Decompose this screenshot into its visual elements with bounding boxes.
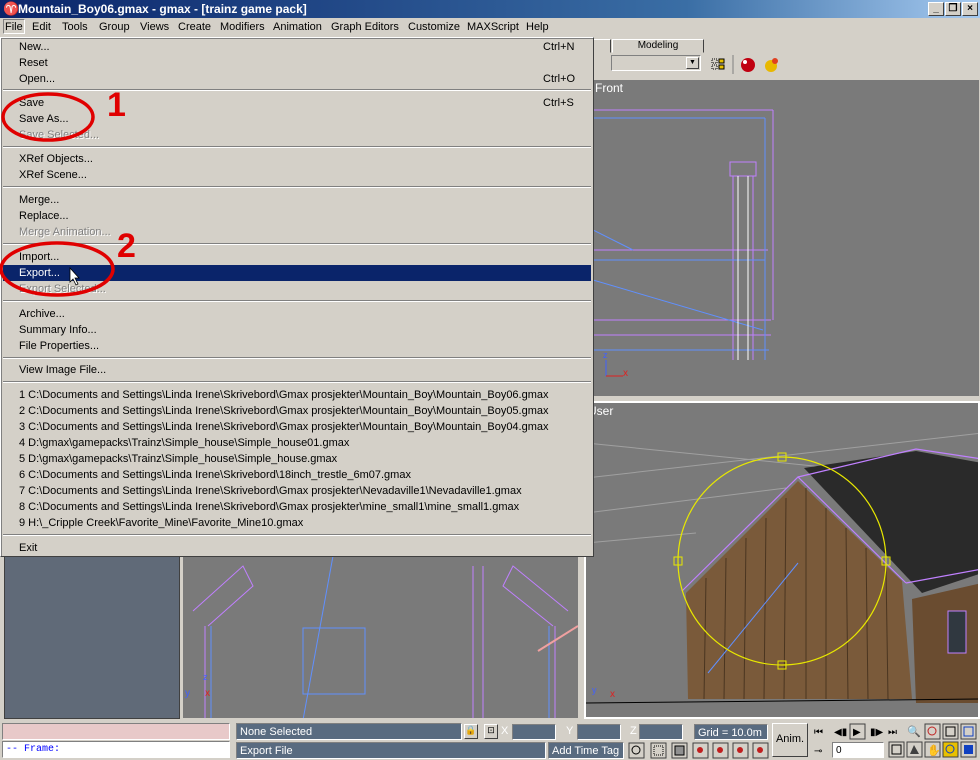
- recent-file-6[interactable]: 6 C:\Documents and Settings\Linda Irene\…: [3, 467, 591, 483]
- menu-graph-editors[interactable]: Graph Editors: [330, 20, 400, 35]
- menu-maxscript[interactable]: MAXScript: [466, 20, 520, 35]
- recent-file-5[interactable]: 5 D:\gmax\gamepacks\Trainz\Simple_house\…: [3, 451, 591, 467]
- left-axis-y: y: [185, 688, 190, 699]
- menu-item-xref-scene[interactable]: XRef Scene...: [3, 167, 591, 183]
- z-coord-label: Z: [630, 725, 637, 737]
- menu-separator: [3, 243, 591, 245]
- lock-icon[interactable]: 🔒: [464, 724, 478, 739]
- animate-button[interactable]: Anim.: [772, 723, 808, 757]
- user-axis-x: x: [610, 689, 615, 700]
- file-menu: New... Ctrl+N Reset Open... Ctrl+O Save Ctr…: [0, 37, 594, 557]
- recent-file-7[interactable]: 7 C:\Documents and Settings\Linda Irene\…: [3, 483, 591, 499]
- menu-customize[interactable]: Customize: [407, 20, 461, 35]
- chevron-down-icon: ▼: [686, 57, 699, 69]
- recent-file-8[interactable]: 8 C:\Documents and Settings\Linda Irene\…: [3, 499, 591, 515]
- recent-file-2[interactable]: 2 C:\Documents and Settings\Linda Irene\…: [3, 403, 591, 419]
- menu-item-view-image-file[interactable]: View Image File...: [3, 362, 591, 378]
- selection-set-dropdown[interactable]: ▼: [611, 55, 701, 71]
- menu-item-import[interactable]: Import...: [3, 249, 591, 265]
- menu-item-export-selected: Export Selected...: [19, 283, 106, 295]
- title-bar: ♈ Mountain_Boy06.gmax - gmax - [trainz g…: [0, 0, 980, 18]
- tab-objects[interactable]: [593, 39, 611, 53]
- x-coord-label: X: [501, 725, 509, 737]
- menu-tools[interactable]: Tools: [61, 20, 89, 35]
- menu-modifiers[interactable]: Modifiers: [219, 20, 266, 35]
- menu-item-save-selected: Save Selected...: [19, 129, 100, 141]
- recent-file-1[interactable]: 1 C:\Documents and Settings\Linda Irene\…: [3, 387, 591, 403]
- menu-separator: [3, 534, 591, 536]
- axis-z-label: z: [603, 350, 608, 360]
- left-axis-z: z: [203, 672, 208, 682]
- maxscript-listener-input[interactable]: [2, 723, 230, 740]
- menu-item-reset[interactable]: Reset: [3, 55, 591, 71]
- menu-edit[interactable]: Edit: [31, 20, 52, 35]
- maxscript-listener-output[interactable]: -- Frame:: [2, 741, 230, 758]
- menu-separator: [3, 381, 591, 383]
- recent-file-9[interactable]: 9 H:\_Cripple Creek\Favorite_Mine\Favori…: [3, 515, 591, 531]
- prompt-line: Export File: [236, 742, 546, 759]
- menu-animation[interactable]: Animation: [272, 20, 323, 35]
- menu-item-merge[interactable]: Merge...: [3, 192, 591, 208]
- menu-bar: File Edit Tools Group Views Create Modif…: [0, 18, 980, 37]
- menu-create[interactable]: Create: [177, 20, 212, 35]
- menu-separator: [3, 357, 591, 359]
- close-button[interactable]: ×: [962, 2, 978, 16]
- command-panel[interactable]: [4, 555, 180, 719]
- axis-x-label: x: [623, 368, 628, 379]
- recent-file-3[interactable]: 3 C:\Documents and Settings\Linda Irene\…: [3, 419, 591, 435]
- menu-item-save[interactable]: Save Ctrl+S: [3, 95, 591, 111]
- menu-item-export[interactable]: Export...: [3, 265, 591, 281]
- user-axis-y: y: [592, 685, 597, 695]
- menu-item-replace[interactable]: Replace...: [3, 208, 591, 224]
- viewport-front[interactable]: Front z x: [592, 79, 980, 397]
- house-side-wall: [912, 583, 978, 703]
- menu-file[interactable]: File: [3, 19, 25, 34]
- menu-separator: [3, 89, 591, 91]
- menu-item-exit[interactable]: Exit: [3, 540, 591, 556]
- menu-item-summary-info[interactable]: Summary Info...: [3, 322, 591, 338]
- viewport-left[interactable]: z y x: [182, 555, 579, 719]
- transform-mode-icon[interactable]: ⊡: [484, 724, 498, 739]
- recent-file-4[interactable]: 4 D:\gmax\gamepacks\Trainz\Simple_house\…: [3, 435, 591, 451]
- menu-item-file-properties[interactable]: File Properties...: [3, 338, 591, 354]
- y-coord-field[interactable]: [577, 724, 621, 740]
- menu-item-save-as[interactable]: Save As...: [3, 111, 591, 127]
- annotation-number-1: 1: [107, 86, 126, 124]
- z-coord-field[interactable]: [639, 724, 683, 740]
- restore-button[interactable]: ❐: [945, 2, 961, 16]
- menu-separator: [3, 146, 591, 148]
- menu-item-xref-objects[interactable]: XRef Objects...: [3, 151, 591, 167]
- house-window: [947, 610, 967, 654]
- selection-status: None Selected: [236, 723, 462, 740]
- add-time-tag[interactable]: Add Time Tag: [548, 742, 624, 759]
- menu-views[interactable]: Views: [139, 20, 170, 35]
- tab-modeling[interactable]: Modeling: [612, 39, 704, 53]
- menu-separator: [3, 186, 591, 188]
- current-frame-field[interactable]: 0: [832, 742, 884, 758]
- menu-item-archive[interactable]: Archive...: [3, 306, 591, 322]
- minimize-button[interactable]: _: [928, 2, 944, 16]
- left-axis-x: x: [205, 688, 210, 699]
- window-title: Mountain_Boy06.gmax - gmax - [trainz gam…: [18, 2, 307, 16]
- annotation-number-2: 2: [117, 227, 136, 265]
- menu-separator: [3, 300, 591, 302]
- y-coord-label: Y: [566, 725, 574, 737]
- menu-item-merge-animation: Merge Animation...: [19, 226, 111, 238]
- viewport-user[interactable]: User y x: [584, 401, 980, 719]
- menu-item-new[interactable]: New... Ctrl+N: [3, 39, 591, 55]
- gmax-app-icon[interactable]: ♈: [3, 2, 19, 16]
- grid-size-display: Grid = 10.0m: [694, 724, 768, 740]
- x-coord-field[interactable]: [512, 724, 556, 740]
- menu-group[interactable]: Group: [98, 20, 131, 35]
- menu-item-open[interactable]: Open... Ctrl+O: [3, 71, 591, 87]
- menu-help[interactable]: Help: [525, 20, 550, 35]
